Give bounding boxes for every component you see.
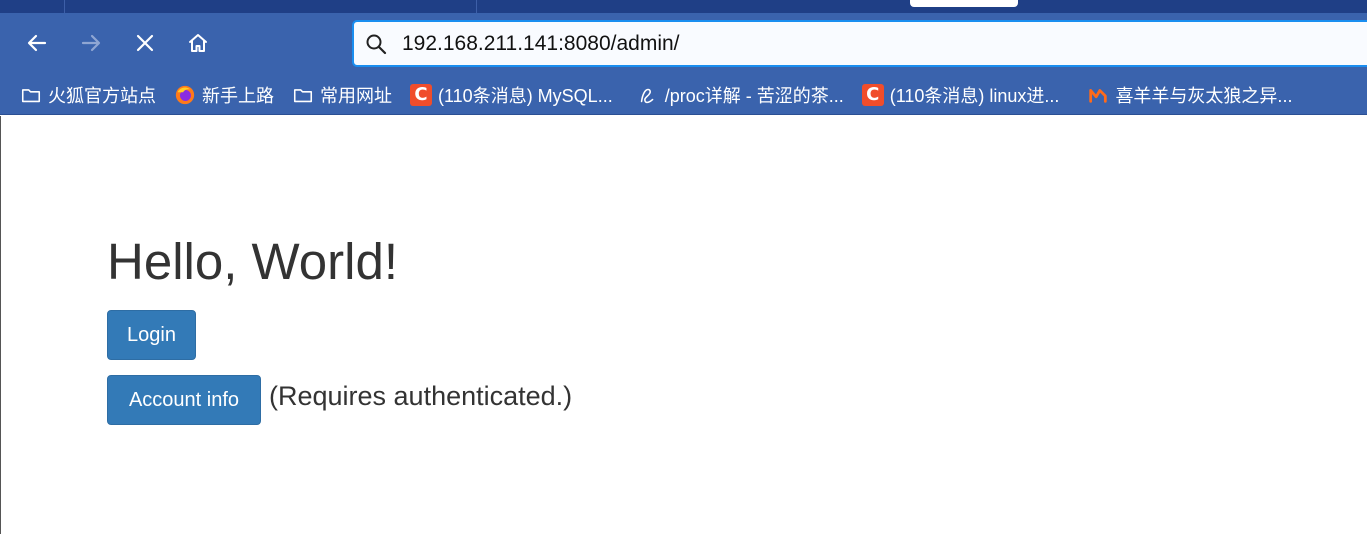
search-icon [366, 34, 387, 54]
bookmark-item[interactable]: 常用网址 [292, 80, 392, 110]
bookmark-label: (110条消息) linux进... [889, 85, 1060, 106]
bookmarks-toolbar: 火狐官方站点 新手上路 常用网址 C (110条消息) MySQL... /pr… [0, 75, 1367, 115]
arrow-right-icon [81, 34, 101, 52]
bookmark-label: 喜羊羊与灰太狼之异... [1115, 85, 1293, 106]
bookmark-label: 火狐官方站点 [48, 85, 156, 106]
csdn-icon: C [410, 83, 432, 106]
bookmark-item[interactable]: 新手上路 [174, 80, 274, 110]
active-tab[interactable] [910, 0, 1018, 7]
csdn-icon: C [861, 83, 884, 106]
bookmark-item[interactable]: 喜羊羊与灰太狼之异... [1087, 80, 1292, 110]
tab-separator [64, 0, 65, 13]
page-title: Hello, World! [107, 233, 398, 290]
bookmark-item[interactable]: /proc详解 - 苦涩的茶... [637, 80, 844, 110]
url-bar[interactable] [352, 20, 1367, 67]
bookmark-item[interactable]: 火狐官方站点 [20, 80, 156, 110]
navigation-toolbar [0, 13, 1367, 75]
folder-icon [20, 84, 42, 106]
home-icon [189, 34, 207, 52]
bookmark-item[interactable]: C (110条消息) MySQL... [410, 80, 613, 110]
tab-separator [476, 0, 477, 13]
login-button[interactable]: Login [107, 310, 196, 360]
arrow-left-icon [27, 34, 47, 52]
mango-icon [1087, 84, 1109, 106]
bookmark-label: (110条消息) MySQL... [438, 85, 613, 106]
page-content: Hello, World! Login Account info (Requir… [0, 116, 1367, 534]
back-button[interactable] [21, 27, 53, 59]
bookmark-item[interactable]: C (110条消息) linux进... [861, 80, 1060, 110]
bookmark-label: /proc详解 - 苦涩的茶... [664, 85, 844, 106]
auth-note: (Requires authenticated.) [269, 381, 573, 411]
folder-icon [292, 84, 314, 106]
home-button[interactable] [182, 27, 214, 59]
forward-button[interactable] [75, 27, 107, 59]
url-input[interactable] [402, 23, 1302, 64]
bookmark-label: 常用网址 [320, 85, 392, 106]
close-icon [136, 34, 154, 52]
tab-strip [0, 0, 1367, 13]
firefox-icon [174, 84, 196, 106]
bookmark-label: 新手上路 [202, 85, 274, 106]
account-info-button[interactable]: Account info [107, 375, 261, 425]
stop-button[interactable] [129, 27, 161, 59]
cnblogs-icon [637, 84, 659, 106]
